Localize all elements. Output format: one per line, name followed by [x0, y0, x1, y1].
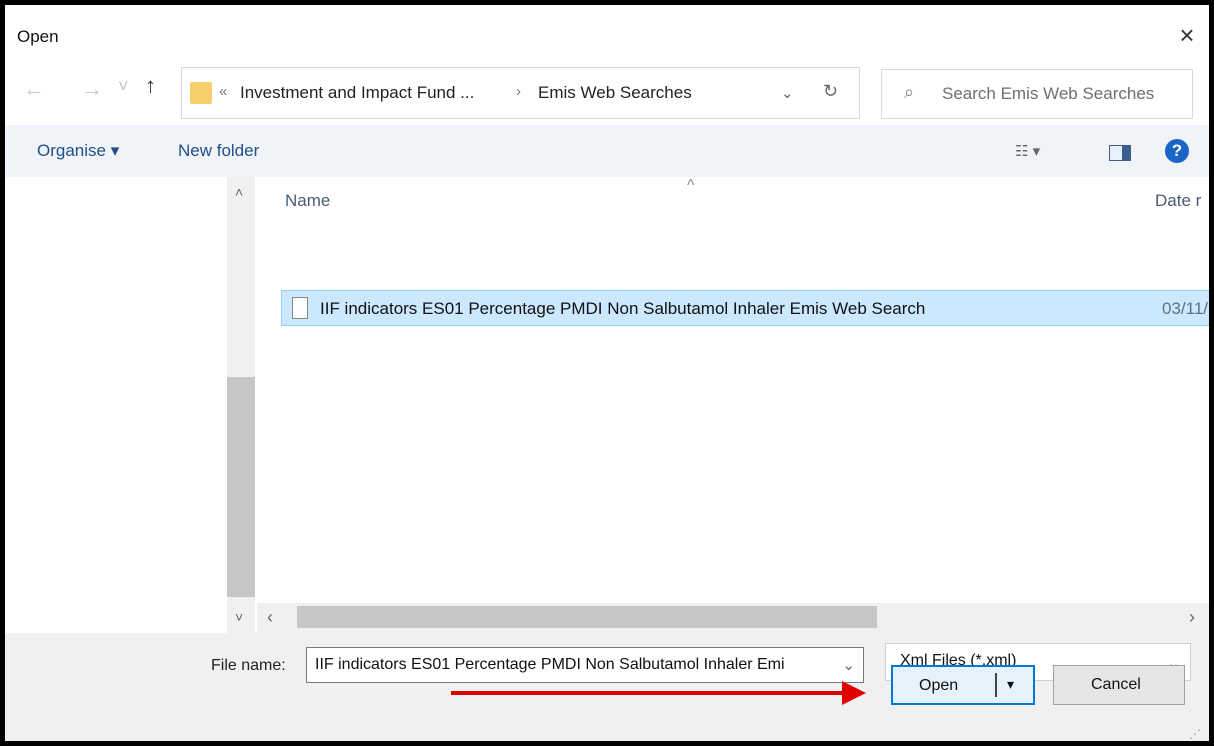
- organise-button[interactable]: Organise ▾: [37, 141, 119, 161]
- horizontal-scrollbar[interactable]: ‹ ›: [257, 603, 1209, 633]
- search-input[interactable]: ⌕ Search Emis Web Searches: [881, 69, 1193, 119]
- scrollbar-thumb[interactable]: [227, 377, 255, 597]
- file-icon: [292, 297, 308, 319]
- help-icon[interactable]: ?: [1165, 139, 1189, 163]
- address-overflow-icon[interactable]: «: [219, 83, 227, 100]
- preview-pane-icon[interactable]: [1109, 145, 1131, 161]
- file-name-dropdown-icon[interactable]: ⌄: [842, 656, 855, 674]
- open-options-icon[interactable]: ▾: [1007, 676, 1014, 693]
- command-bar: Organise ▾ New folder ☷ ▾ ?: [5, 125, 1209, 177]
- breadcrumb-investment-and-impact-fund[interactable]: Investment and Impact Fund ...: [240, 83, 474, 103]
- scroll-left-icon[interactable]: ‹: [267, 607, 273, 628]
- scroll-down-icon[interactable]: ˅: [235, 609, 243, 625]
- column-header-date[interactable]: Date r: [1155, 191, 1201, 211]
- dialog-title: Open: [17, 27, 59, 46]
- title-bar: Open ×: [5, 5, 1209, 61]
- file-date: 03/11/: [1162, 299, 1209, 318]
- file-list: Name ^ Date r IIF indicators ES01 Percen…: [257, 177, 1209, 603]
- search-placeholder: Search Emis Web Searches: [942, 84, 1155, 103]
- red-arrow-annotation: [451, 691, 843, 695]
- file-name-value[interactable]: IIF indicators ES01 Percentage PMDI Non …: [315, 656, 835, 674]
- file-name-label: File name:: [211, 657, 286, 674]
- file-name: IIF indicators ES01 Percentage PMDI Non …: [320, 299, 926, 318]
- refresh-icon[interactable]: ↻: [823, 81, 838, 102]
- close-icon[interactable]: ×: [1171, 19, 1203, 51]
- back-icon[interactable]: ←: [23, 76, 45, 102]
- breadcrumb-emis-web-searches[interactable]: Emis Web Searches: [538, 83, 692, 103]
- cancel-button-label: Cancel: [1091, 676, 1141, 693]
- new-folder-button[interactable]: New folder: [178, 141, 259, 161]
- navigation-pane: ˄ ˅: [5, 177, 257, 637]
- scroll-right-icon[interactable]: ›: [1189, 607, 1195, 628]
- cancel-button[interactable]: Cancel: [1053, 665, 1185, 705]
- open-button-label: Open: [919, 677, 959, 694]
- red-arrow-head-icon: [842, 681, 866, 705]
- forward-icon[interactable]: →: [81, 76, 103, 102]
- scroll-up-icon[interactable]: ˄: [235, 184, 243, 200]
- resize-grip-icon[interactable]: ⋰: [1189, 727, 1201, 741]
- split-button-divider: [995, 673, 997, 697]
- column-header-name[interactable]: Name: [285, 191, 330, 211]
- open-button[interactable]: Open ▾: [891, 665, 1035, 705]
- change-view-icon[interactable]: ☷ ▾: [1015, 142, 1040, 160]
- folder-icon: [190, 82, 212, 104]
- address-dropdown-icon[interactable]: ⌄: [781, 84, 794, 102]
- navigation-scrollbar[interactable]: ˄ ˅: [227, 177, 255, 637]
- list-item[interactable]: IIF indicators ES01 Percentage PMDI Non …: [281, 290, 1209, 326]
- search-icon: ⌕: [904, 82, 915, 102]
- address-bar[interactable]: « Investment and Impact Fund ... › Emis …: [181, 67, 860, 119]
- sort-caret-icon: ^: [687, 177, 695, 194]
- file-name-field[interactable]: IIF indicators ES01 Percentage PMDI Non …: [306, 647, 864, 683]
- breadcrumb-separator-icon: ›: [516, 83, 521, 100]
- recent-locations-icon[interactable]: ˅: [118, 76, 129, 97]
- up-arrow-icon[interactable]: ↑: [145, 73, 156, 99]
- open-dialog: Open × ← → ˅ ↑ « Investment and Impact F…: [5, 5, 1209, 741]
- horizontal-scroll-thumb[interactable]: [297, 606, 877, 628]
